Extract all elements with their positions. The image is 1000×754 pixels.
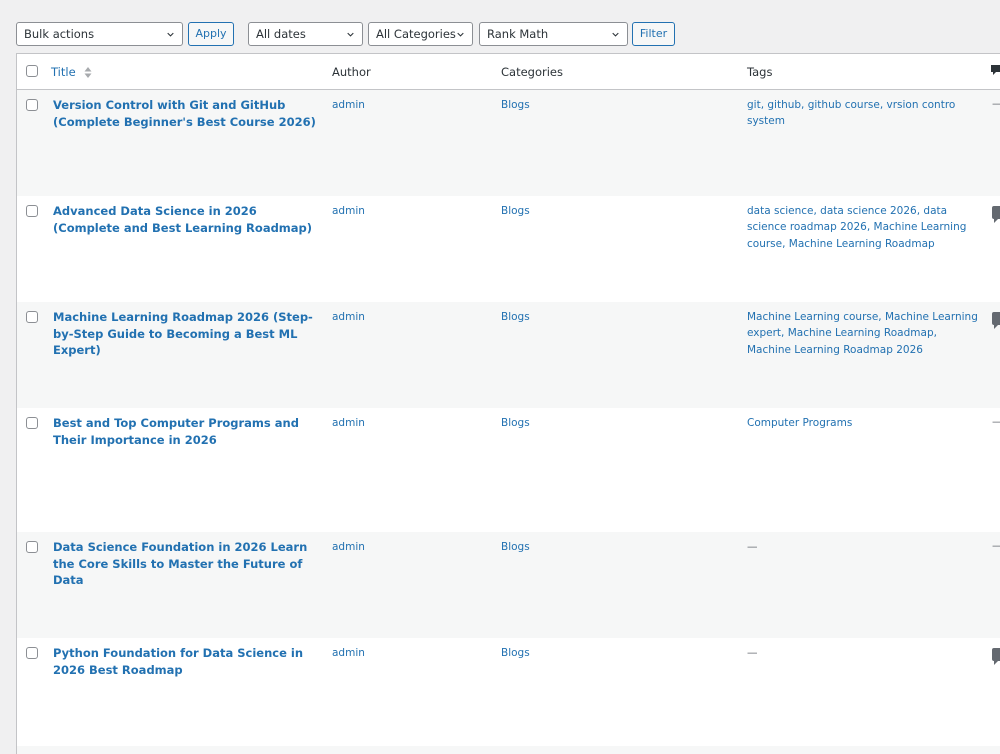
- post-tags: —: [747, 541, 758, 553]
- column-tags-header: Tags: [747, 65, 773, 79]
- column-title-header[interactable]: Title: [51, 65, 92, 79]
- post-category-link[interactable]: Blogs: [501, 309, 530, 325]
- post-title-link[interactable]: Advanced Data Science in 2026 (Complete …: [53, 203, 318, 236]
- sort-icon: [84, 67, 92, 78]
- post-category-link[interactable]: Blogs: [501, 203, 530, 219]
- post-title-link[interactable]: Machine Learning Roadmap 2026 (Step-by-S…: [53, 309, 318, 359]
- post-author-link[interactable]: admin: [332, 309, 365, 325]
- row-checkbox[interactable]: [26, 647, 38, 659]
- posts-table: Title Author Categories Tags Version Con…: [16, 53, 1000, 754]
- post-tags[interactable]: data science, data science 2026, data sc…: [747, 203, 979, 252]
- post-title-link[interactable]: Version Control with Git and GitHub (Com…: [53, 97, 318, 130]
- seo-filter-select[interactable]: Rank Math: [479, 22, 628, 46]
- post-author-link[interactable]: admin: [332, 415, 365, 431]
- column-categories-header: Categories: [501, 65, 563, 79]
- post-category-link[interactable]: Blogs: [501, 415, 530, 431]
- column-title-label: Title: [51, 65, 76, 79]
- chevron-down-icon: [347, 32, 354, 37]
- table-row: Advanced Data Science in 2026 (Complete …: [17, 196, 1000, 302]
- table-row: Version Control with Git and GitHub (Com…: [17, 90, 1000, 196]
- table-row: Best and Top Computer Programs and Their…: [17, 408, 1000, 532]
- comment-count: —: [992, 97, 1000, 110]
- bulk-actions-value: Bulk actions: [24, 27, 95, 41]
- row-checkbox[interactable]: [26, 205, 38, 217]
- category-filter-select[interactable]: All Categories: [368, 22, 473, 46]
- category-filter-value: All Categories: [376, 27, 456, 41]
- row-checkbox[interactable]: [26, 541, 38, 553]
- table-row-partial: [17, 746, 1000, 754]
- column-author-header: Author: [332, 65, 371, 79]
- table-row: Python Foundation for Data Science in 20…: [17, 638, 1000, 746]
- comment-bubble-icon[interactable]: [992, 312, 1000, 330]
- apply-button[interactable]: Apply: [188, 22, 234, 46]
- post-tags[interactable]: Machine Learning course, Machine Learnin…: [747, 309, 979, 358]
- post-category-link[interactable]: Blogs: [501, 645, 530, 661]
- comment-column-icon: [991, 65, 1000, 75]
- post-tags: —: [747, 647, 758, 659]
- post-author-link[interactable]: admin: [332, 203, 365, 219]
- date-filter-value: All dates: [256, 27, 306, 41]
- comment-bubble-icon[interactable]: [992, 206, 1000, 224]
- post-author-link[interactable]: admin: [332, 645, 365, 661]
- row-checkbox[interactable]: [26, 99, 38, 111]
- table-header: Title Author Categories Tags: [17, 54, 1000, 90]
- comment-bubble-icon[interactable]: [992, 648, 1000, 666]
- comment-count: —: [992, 539, 1000, 552]
- post-category-link[interactable]: Blogs: [501, 97, 530, 113]
- post-title-link[interactable]: Best and Top Computer Programs and Their…: [53, 415, 318, 448]
- date-filter-select[interactable]: All dates: [248, 22, 363, 46]
- table-row: Data Science Foundation in 2026 Learn th…: [17, 532, 1000, 638]
- comment-count: —: [992, 415, 1000, 428]
- filter-button[interactable]: Filter: [632, 22, 675, 46]
- post-tags[interactable]: git, github, github course, vrsion contr…: [747, 97, 982, 130]
- row-checkbox[interactable]: [26, 311, 38, 323]
- chevron-down-icon: [457, 32, 464, 37]
- post-tags[interactable]: Computer Programs: [747, 415, 979, 431]
- post-title-link[interactable]: Python Foundation for Data Science in 20…: [53, 645, 318, 678]
- post-category-link[interactable]: Blogs: [501, 539, 530, 555]
- bulk-actions-select[interactable]: Bulk actions: [16, 22, 183, 46]
- select-all-checkbox[interactable]: [26, 65, 38, 77]
- seo-filter-value: Rank Math: [487, 27, 549, 41]
- post-author-link[interactable]: admin: [332, 97, 365, 113]
- chevron-down-icon: [167, 32, 174, 37]
- post-title-link[interactable]: Data Science Foundation in 2026 Learn th…: [53, 539, 318, 589]
- table-row: Machine Learning Roadmap 2026 (Step-by-S…: [17, 302, 1000, 408]
- chevron-down-icon: [612, 32, 619, 37]
- post-author-link[interactable]: admin: [332, 539, 365, 555]
- row-checkbox[interactable]: [26, 417, 38, 429]
